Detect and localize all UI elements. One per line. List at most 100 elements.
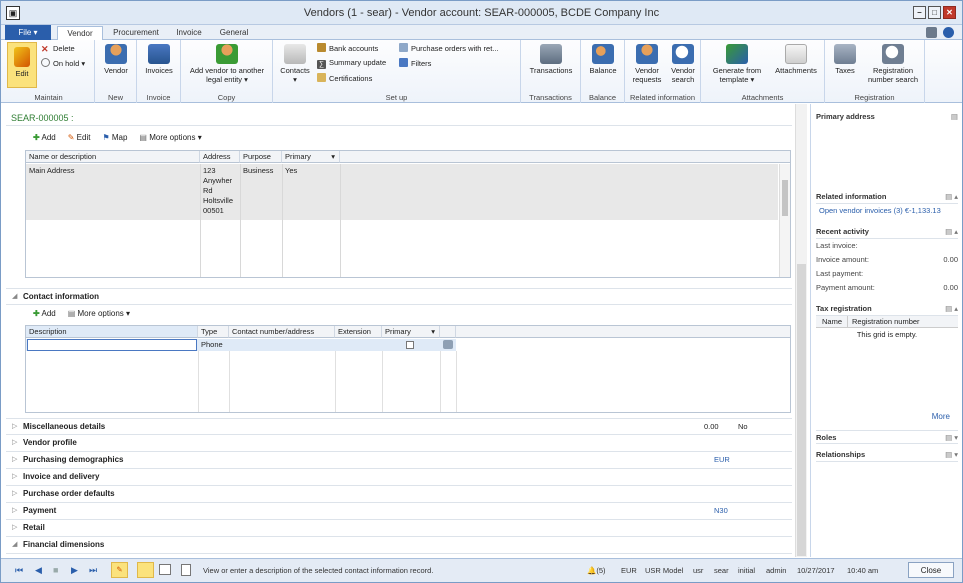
contacts-icon bbox=[284, 44, 306, 64]
first-record-icon[interactable]: ⏮ bbox=[15, 565, 23, 576]
delete-button[interactable]: ✕ Delete bbox=[41, 44, 75, 54]
address-add-button[interactable]: ✚ Add bbox=[33, 133, 56, 142]
contact-link-icon[interactable] bbox=[443, 340, 453, 349]
invoices-button[interactable]: Invoices bbox=[141, 44, 177, 75]
close-button[interactable]: Close bbox=[908, 562, 954, 578]
vendor-requests-button[interactable]: Vendor requests bbox=[629, 44, 665, 84]
open-vendor-invoices-link[interactable]: Open vendor invoices (3) €-1,133.13 bbox=[816, 204, 958, 218]
registration-number-search-button[interactable]: Registration number search bbox=[863, 44, 923, 84]
address-edit-button[interactable]: ✎ Edit bbox=[68, 133, 91, 142]
factbox-menu-icon[interactable]: ▤ ▴ bbox=[945, 302, 958, 316]
column-header-contact-number[interactable]: Contact number/address bbox=[229, 326, 335, 338]
group-registration: Taxes Registration number search Registr… bbox=[825, 40, 925, 103]
section-vendor-profile[interactable]: ▷ Vendor profile bbox=[6, 435, 792, 452]
section-payment[interactable]: ▷ Payment N30 bbox=[6, 503, 792, 520]
date-status: 10/27/2017 bbox=[797, 566, 835, 575]
certificate-icon bbox=[317, 73, 326, 82]
vendor-search-button[interactable]: Vendor search bbox=[667, 44, 699, 84]
factbox-menu-icon[interactable]: ▤ ▴ bbox=[945, 225, 958, 239]
address-map-button[interactable]: ⚑ Map bbox=[102, 133, 127, 142]
view-mode-icon[interactable] bbox=[137, 562, 154, 578]
contact-information-header[interactable]: ◢ Contact information bbox=[6, 288, 792, 305]
more-options-icon: ▤ bbox=[67, 309, 76, 318]
grid-view-icon[interactable] bbox=[159, 564, 171, 575]
minimize-button[interactable]: – bbox=[913, 6, 926, 19]
notifications-count[interactable]: 🔔(5) bbox=[587, 566, 606, 575]
window-title: Vendors (1 - sear) - Vendor account: SEA… bbox=[303, 7, 660, 19]
section-purchasing-demographics[interactable]: ▷ Purchasing demographics EUR bbox=[6, 452, 792, 469]
last-record-icon[interactable]: ⏭ bbox=[89, 565, 97, 576]
new-vendor-button[interactable]: Vendor bbox=[99, 44, 133, 75]
purchase-order-icon bbox=[399, 43, 408, 52]
time-status: 10:40 am bbox=[847, 566, 879, 575]
restore-button[interactable]: □ bbox=[928, 6, 941, 19]
table-row[interactable]: Main Address 123 Anywher Rd Holtsville 0… bbox=[26, 164, 778, 220]
main-content: SEAR-000005 : ✚ Add ✎ Edit ⚑ Map ▤ More … bbox=[1, 104, 807, 557]
previous-record-icon[interactable]: ◀ bbox=[35, 565, 42, 576]
column-header-address[interactable]: Address bbox=[200, 151, 240, 163]
column-header-contact-primary[interactable]: Primary ▾ bbox=[382, 326, 440, 338]
edit-button[interactable]: Edit bbox=[7, 42, 37, 88]
group-balance: Balance Balance bbox=[581, 40, 625, 103]
summary-update-button[interactable]: ∑ Summary update bbox=[317, 58, 386, 69]
column-header-primary[interactable]: Primary ▾ bbox=[282, 151, 340, 163]
factbox-relationships[interactable]: Relationships ▤ ▾ bbox=[816, 448, 958, 462]
balance-button[interactable]: Balance bbox=[585, 44, 621, 75]
status-bar: ⏮ ◀ ■ ▶ ⏭ ✎ View or enter a description … bbox=[1, 558, 962, 582]
main-scrollbar[interactable] bbox=[795, 104, 807, 557]
certifications-button[interactable]: Certifications bbox=[317, 73, 372, 84]
transactions-button[interactable]: Transactions bbox=[525, 44, 577, 75]
edit-mode-icon[interactable]: ✎ bbox=[111, 562, 128, 578]
window-layout-icon[interactable] bbox=[926, 27, 937, 38]
document-icon[interactable] bbox=[181, 564, 191, 576]
column-header-name[interactable]: Name or description bbox=[26, 151, 200, 163]
contacts-button[interactable]: Contacts ▾ bbox=[277, 44, 313, 84]
section-financial-dimensions[interactable]: ◢ Financial dimensions bbox=[6, 537, 792, 554]
add-icon: ✚ bbox=[33, 309, 40, 318]
factbox-roles[interactable]: Roles ▤ ▾ bbox=[816, 430, 958, 444]
on-hold-button[interactable]: On hold ▾ bbox=[41, 58, 85, 69]
purchase-orders-with-button[interactable]: Purchase orders with ret... bbox=[399, 43, 499, 54]
section-miscellaneous-details[interactable]: ▷ Miscellaneous details 0.00 No bbox=[6, 418, 792, 435]
address-grid-scrollbar[interactable] bbox=[779, 164, 790, 277]
next-record-icon[interactable]: ▶ bbox=[71, 565, 78, 576]
column-header-description[interactable]: Description bbox=[26, 326, 198, 338]
contact-type-cell[interactable]: Phone bbox=[198, 340, 223, 350]
tab-invoice[interactable]: Invoice bbox=[169, 26, 209, 40]
help-icon[interactable] bbox=[943, 27, 954, 38]
bank-accounts-button[interactable]: Bank accounts bbox=[317, 43, 378, 54]
contact-toolbar: ✚ Add ▤ More options ▾ bbox=[33, 309, 130, 318]
column-header-purpose[interactable]: Purpose bbox=[240, 151, 282, 163]
factbox-more-link[interactable]: More bbox=[932, 412, 950, 421]
address-more-options-button[interactable]: ▤ More options ▾ bbox=[139, 133, 201, 142]
contact-grid: Description Type Contact number/address … bbox=[25, 325, 791, 413]
column-header-type[interactable]: Type bbox=[198, 326, 229, 338]
generate-from-template-button[interactable]: Generate from template ▾ bbox=[705, 44, 769, 84]
tab-general[interactable]: General bbox=[213, 26, 255, 40]
taxes-button[interactable]: Taxes bbox=[827, 44, 863, 75]
factbox-menu-icon[interactable]: ▤ ▴ bbox=[945, 190, 958, 204]
contact-description-input[interactable] bbox=[27, 339, 197, 351]
table-row[interactable]: Phone bbox=[26, 339, 456, 351]
close-window-button[interactable]: ✕ bbox=[943, 6, 956, 19]
contact-add-button[interactable]: ✚ Add bbox=[33, 309, 56, 318]
factbox-menu-icon[interactable]: ▤ bbox=[951, 110, 958, 124]
filters-button[interactable]: Filters bbox=[399, 58, 431, 69]
column-header-extension[interactable]: Extension bbox=[335, 326, 382, 338]
paperclip-icon bbox=[785, 44, 807, 64]
section-retail[interactable]: ▷ Retail bbox=[6, 520, 792, 537]
contact-primary-checkbox[interactable] bbox=[406, 341, 414, 349]
address-cell: 123 Anywher Rd Holtsville 00501 bbox=[203, 166, 234, 215]
tab-vendor[interactable]: Vendor bbox=[57, 26, 103, 41]
section-invoice-and-delivery[interactable]: ▷ Invoice and delivery bbox=[6, 469, 792, 486]
company-status: sear bbox=[714, 566, 729, 575]
tab-file[interactable]: File ▾ bbox=[5, 25, 51, 40]
application-window: ▣ Vendors (1 - sear) - Vendor account: S… bbox=[0, 0, 963, 583]
attachments-button[interactable]: Attachments bbox=[771, 44, 821, 75]
tab-procurement[interactable]: Procurement bbox=[107, 26, 165, 40]
stop-icon[interactable]: ■ bbox=[53, 565, 58, 575]
contact-more-options-button[interactable]: ▤ More options ▾ bbox=[68, 309, 130, 318]
section-purchase-order-defaults[interactable]: ▷ Purchase order defaults bbox=[6, 486, 792, 503]
add-vendor-to-legal-entity-button[interactable]: Add vendor to another legal entity ▾ bbox=[185, 44, 269, 84]
factbox-tax-registration: Tax registration ▤ ▴ Name Registration nu… bbox=[816, 302, 958, 342]
